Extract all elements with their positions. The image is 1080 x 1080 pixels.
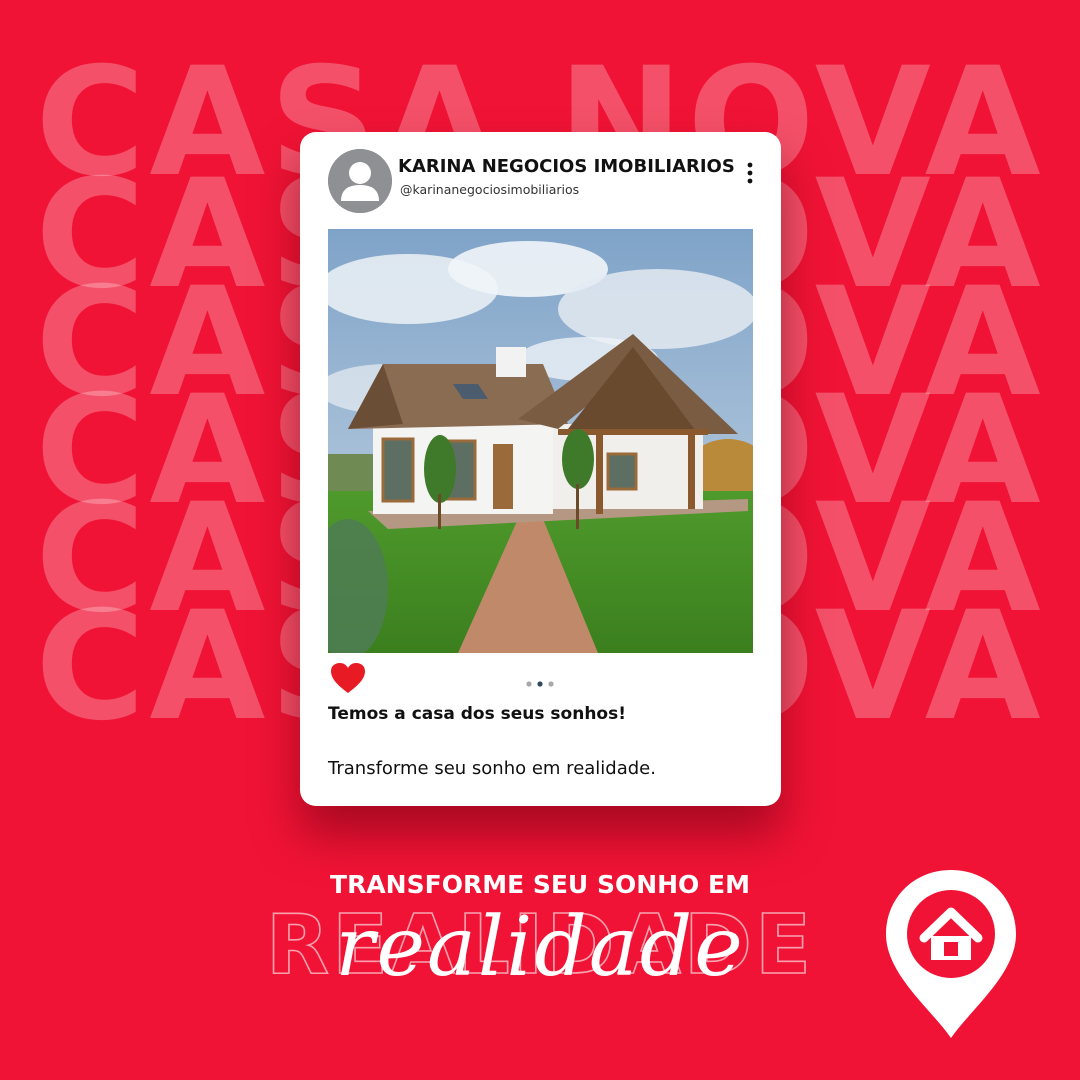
location-pin-house-icon[interactable] <box>880 866 1022 1042</box>
script-word: realidade <box>335 900 744 995</box>
vertical-dots-icon[interactable] <box>744 162 756 184</box>
post-card: KARINA NEGOCIOS IMOBILIARIOS @karinanego… <box>300 132 781 806</box>
user-silhouette-icon[interactable] <box>328 149 392 213</box>
display-name[interactable]: KARINA NEGOCIOS IMOBILIARIOS <box>398 156 735 177</box>
script-word-text: realidade <box>335 900 744 995</box>
user-handle[interactable]: @karinanegociosimobiliarios <box>400 182 579 197</box>
caption-title: Temos a casa dos seus sonhos! <box>328 704 626 724</box>
carousel-indicator <box>525 673 557 687</box>
heart-icon[interactable] <box>330 662 366 694</box>
house-photo[interactable] <box>328 229 753 653</box>
caption-body: Transforme seu sonho em realidade. <box>328 758 656 779</box>
